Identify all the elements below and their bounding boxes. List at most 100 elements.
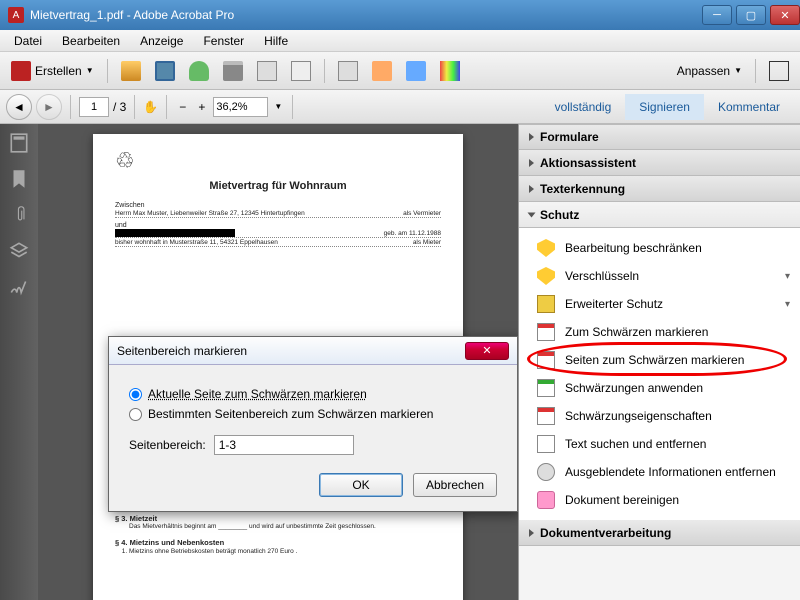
- dialog-title: Seitenbereich markieren: [117, 344, 465, 358]
- fullscreen-button[interactable]: [764, 57, 794, 85]
- recycle-icon: ♲: [115, 148, 135, 173]
- comment-link[interactable]: Kommentar: [704, 94, 794, 120]
- cloud-icon: [189, 61, 209, 81]
- zoom-in-button[interactable]: +: [194, 100, 209, 114]
- next-view-button[interactable]: ►: [36, 94, 62, 120]
- sign-link[interactable]: Signieren: [625, 94, 704, 120]
- left-nav-strip: [0, 124, 38, 600]
- bookmarks-icon[interactable]: [8, 168, 30, 190]
- scan-button[interactable]: [333, 57, 363, 85]
- create-pdf-button[interactable]: Erstellen ▼: [6, 57, 99, 85]
- prev-view-button[interactable]: ◄: [6, 94, 32, 120]
- save-button[interactable]: [150, 57, 180, 85]
- customize-button[interactable]: Anpassen ▼: [672, 57, 747, 85]
- shield-lock-icon: [537, 295, 555, 313]
- layers-icon[interactable]: [8, 240, 30, 262]
- redact-mark-icon: [537, 323, 555, 341]
- create-label: Erstellen: [35, 64, 82, 78]
- chevron-down-icon: ▾: [785, 299, 790, 310]
- zoom-input[interactable]: [213, 97, 268, 117]
- redact-props-icon: [537, 407, 555, 425]
- item-advanced-security[interactable]: Erweiterter Schutz▾: [519, 290, 800, 318]
- item-remove-hidden-info[interactable]: Ausgeblendete Informationen entfernen: [519, 458, 800, 486]
- print-button[interactable]: [218, 57, 248, 85]
- menu-datei[interactable]: Datei: [4, 32, 52, 50]
- menu-hilfe[interactable]: Hilfe: [254, 32, 298, 50]
- panel-formulare[interactable]: Formulare: [519, 124, 800, 150]
- chevron-down-icon: [528, 212, 536, 217]
- ok-button[interactable]: OK: [319, 473, 403, 497]
- combine-button[interactable]: [367, 57, 397, 85]
- minimize-button[interactable]: ─: [702, 5, 732, 25]
- search-remove-icon: [537, 435, 555, 453]
- expand-icon: [769, 61, 789, 81]
- cloud-button[interactable]: [184, 57, 214, 85]
- folder-icon: [121, 61, 141, 81]
- thumbnails-icon[interactable]: [8, 132, 30, 154]
- mark-page-range-dialog: Seitenbereich markieren ✕ Aktuelle Seite…: [108, 336, 518, 512]
- chevron-right-icon: [529, 159, 534, 167]
- item-encrypt[interactable]: Verschlüsseln▾: [519, 262, 800, 290]
- page-range-input[interactable]: [214, 435, 354, 455]
- page-number-input[interactable]: [79, 97, 109, 117]
- main-toolbar: Erstellen ▼ Anpassen ▼: [0, 52, 800, 90]
- item-search-remove-text[interactable]: Text suchen und entfernen: [519, 430, 800, 458]
- chevron-right-icon: [529, 529, 534, 537]
- menu-anzeige[interactable]: Anzeige: [130, 32, 193, 50]
- printer-icon: [223, 61, 243, 81]
- panel-texterkennung[interactable]: Texterkennung: [519, 176, 800, 202]
- menu-bearbeiten[interactable]: Bearbeiten: [52, 32, 130, 50]
- schutz-items: Bearbeitung beschränken Verschlüsseln▾ E…: [519, 228, 800, 520]
- maximize-button[interactable]: ▢: [736, 5, 766, 25]
- email-button[interactable]: [286, 57, 316, 85]
- chevron-right-icon: [529, 185, 534, 193]
- signatures-icon[interactable]: [8, 276, 30, 298]
- radio-current-page[interactable]: Aktuelle Seite zum Schwärzen markieren: [129, 387, 497, 401]
- window-titlebar: A Mietvertrag_1.pdf - Adobe Acrobat Pro …: [0, 0, 800, 30]
- range-label: Seitenbereich:: [129, 438, 206, 452]
- panel-dokumentverarbeitung[interactable]: Dokumentverarbeitung: [519, 520, 800, 546]
- radio-page-range[interactable]: Bestimmten Seitenbereich zum Schwärzen m…: [129, 407, 497, 421]
- redact-apply-icon: [537, 379, 555, 397]
- page-total: / 3: [113, 100, 126, 114]
- zoom-out-button[interactable]: −: [175, 100, 190, 114]
- item-sanitize-document[interactable]: Dokument bereinigen: [519, 486, 800, 514]
- open-button[interactable]: [116, 57, 146, 85]
- menu-fenster[interactable]: Fenster: [193, 32, 254, 50]
- redact-pages-icon: [537, 351, 555, 369]
- panel-schutz[interactable]: Schutz: [519, 202, 800, 228]
- envelope-icon: [291, 61, 311, 81]
- hidden-info-icon: [537, 463, 555, 481]
- item-mark-for-redaction[interactable]: Zum Schwärzen markieren: [519, 318, 800, 346]
- item-apply-redactions[interactable]: Schwärzungen anwenden: [519, 374, 800, 402]
- export-button[interactable]: [252, 57, 282, 85]
- pdf-icon: [11, 61, 31, 81]
- chevron-right-icon: [529, 133, 534, 141]
- item-mark-pages-for-redaction[interactable]: Seiten zum Schwärzen markieren: [519, 346, 800, 374]
- share-button[interactable]: [401, 57, 431, 85]
- rainbow-icon: [440, 61, 460, 81]
- share-icon: [406, 61, 426, 81]
- tools-link[interactable]: vollständig: [541, 94, 626, 120]
- item-restrict-editing[interactable]: Bearbeitung beschränken: [519, 234, 800, 262]
- close-button[interactable]: ✕: [770, 5, 800, 25]
- sanitize-icon: [537, 491, 555, 509]
- hand-tool[interactable]: ✋: [143, 100, 158, 114]
- combine-icon: [372, 61, 392, 81]
- dialog-close-button[interactable]: ✕: [465, 342, 509, 360]
- app-icon: A: [8, 7, 24, 23]
- export-icon: [257, 61, 277, 81]
- attachments-icon[interactable]: [8, 204, 30, 226]
- shield-yellow-icon: [537, 239, 555, 257]
- shield-yellow-icon: [537, 267, 555, 285]
- menubar: Datei Bearbeiten Anzeige Fenster Hilfe: [0, 30, 800, 52]
- rainbow-button[interactable]: [435, 57, 465, 85]
- chevron-down-icon: ▾: [785, 271, 790, 282]
- doc-heading: Mietvertrag für Wohnraum: [115, 180, 441, 192]
- panel-aktionsassistent[interactable]: Aktionsassistent: [519, 150, 800, 176]
- redacted-name: [115, 229, 235, 237]
- item-redaction-properties[interactable]: Schwärzungseigenschaften: [519, 402, 800, 430]
- scan-icon: [338, 61, 358, 81]
- cancel-button[interactable]: Abbrechen: [413, 473, 497, 497]
- tools-pane: Formulare Aktionsassistent Texterkennung…: [518, 124, 800, 600]
